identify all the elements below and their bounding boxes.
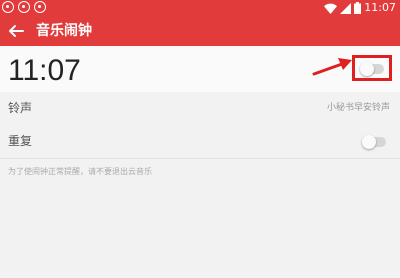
ringtone-row[interactable]: 铃声 小秘书早安铃声 [0, 92, 400, 126]
repeat-toggle[interactable] [362, 135, 386, 149]
wifi-icon [324, 3, 338, 14]
repeat-row[interactable]: 重复 [0, 125, 400, 159]
status-time: 11:07 [364, 1, 396, 14]
notification-icons [2, 1, 46, 13]
netease-cloud-music-icon [2, 1, 14, 13]
ringtone-label: 铃声 [8, 101, 33, 115]
signal-icon [340, 2, 352, 14]
status-bar: 11:07 [0, 0, 400, 16]
netease-cloud-music-icon [34, 1, 46, 13]
page-title: 音乐闹钟 [36, 23, 92, 39]
battery-icon [354, 2, 362, 14]
ringtone-value: 小秘书早安铃声 [326, 103, 390, 113]
hint-text: 为了使闹钟正常提醒，请不要退出云音乐 [8, 167, 152, 176]
alarm-time[interactable]: 11:07 [8, 54, 81, 88]
app-bar: 音乐闹钟 [0, 16, 400, 46]
annotation-highlight-box [352, 55, 392, 81]
arrow-left-icon[interactable] [8, 23, 24, 39]
system-icons: 11:07 [324, 1, 396, 15]
toggle-thumb [362, 135, 376, 149]
annotation-arrow [312, 58, 352, 76]
repeat-label: 重复 [8, 134, 33, 148]
netease-cloud-music-icon [18, 1, 30, 13]
